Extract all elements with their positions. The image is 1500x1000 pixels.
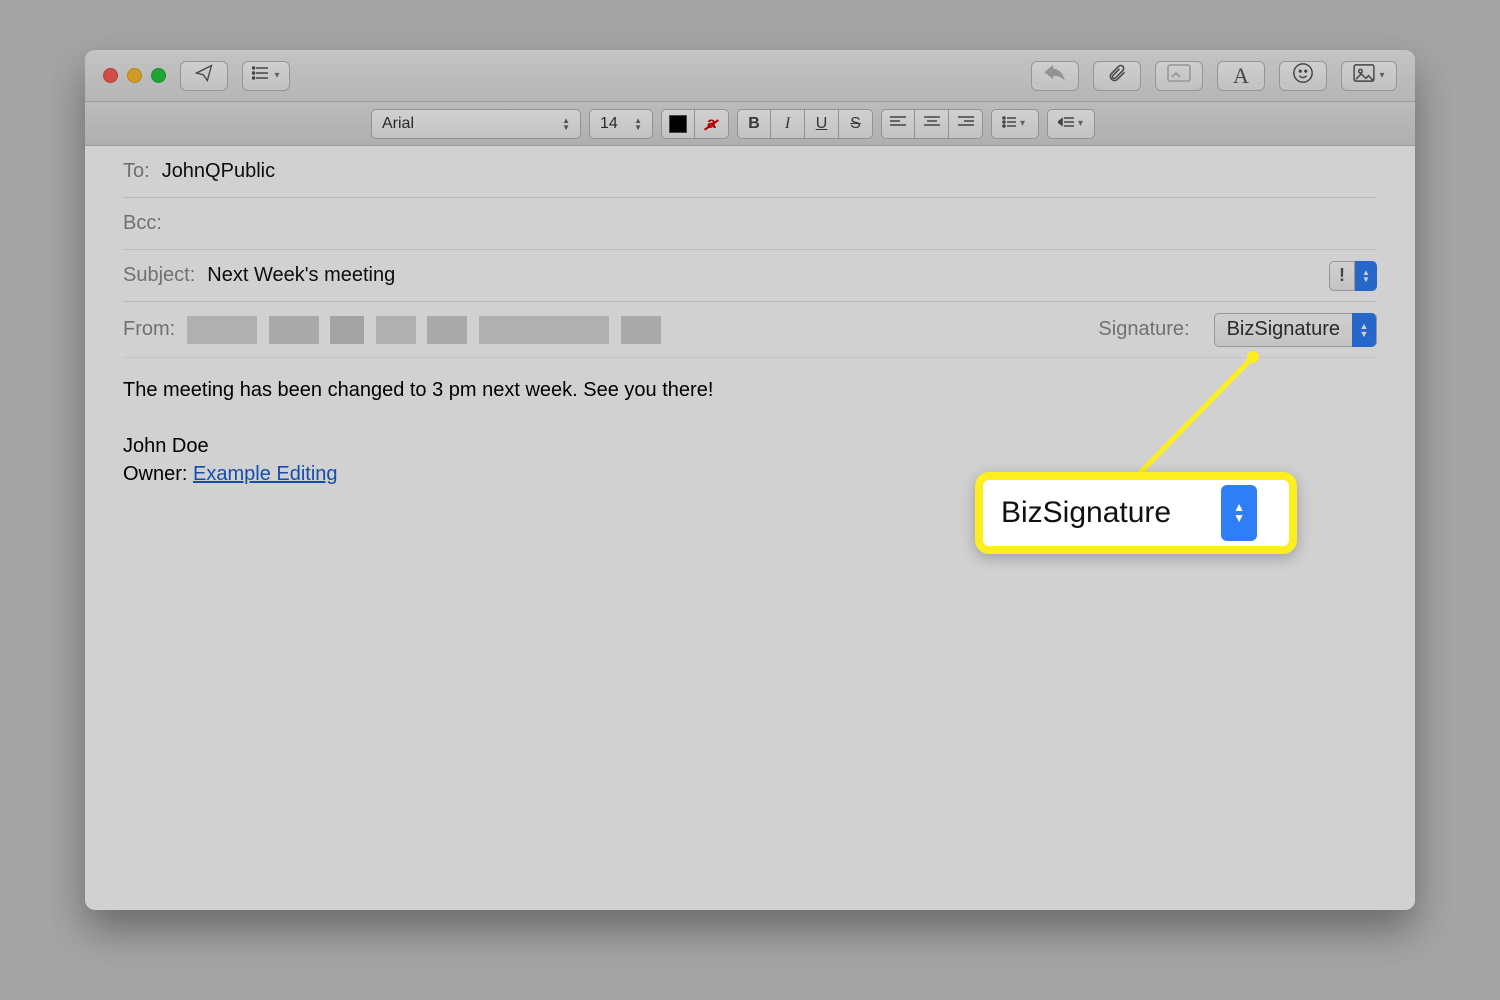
stage: ▾ A <box>0 0 1500 1000</box>
callout-text: BizSignature <box>1001 496 1171 530</box>
stepper-icon: ▲▼ <box>1221 485 1257 541</box>
signature-callout: BizSignature ▲▼ <box>975 472 1297 554</box>
